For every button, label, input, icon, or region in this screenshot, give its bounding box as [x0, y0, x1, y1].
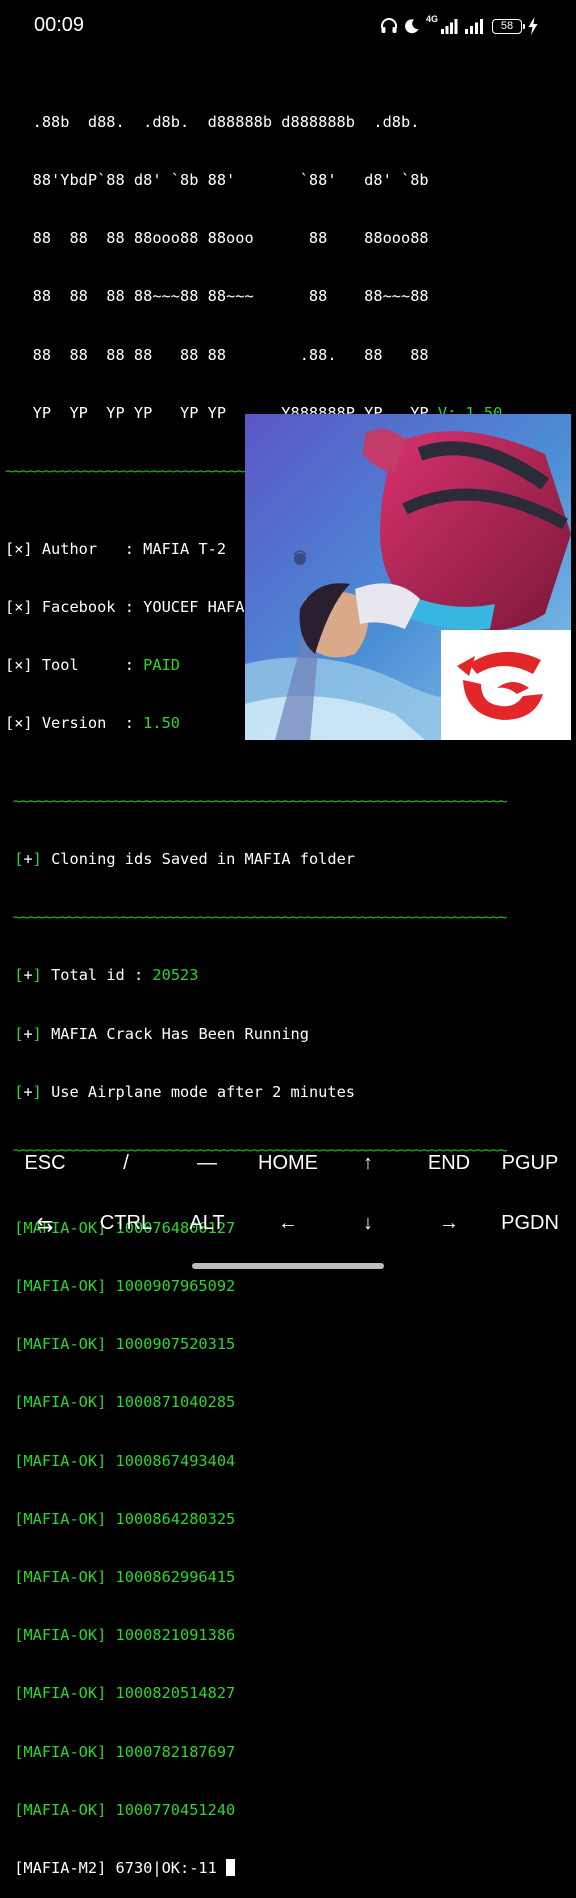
terminal-output: .88b d88. .d8b. d88888b d888888b .d8b. 8… — [5, 74, 508, 1898]
signal-icon — [465, 19, 483, 34]
slash-key[interactable]: / — [123, 1152, 129, 1175]
notice-total: [+] Total id : 20523 — [14, 966, 199, 985]
status-time: 00:09 — [34, 14, 85, 36]
separator: ~~~~~~~~~~~~~~~~~~~~~~~~~~~~~~~~~~~~~~~~… — [12, 791, 508, 810]
notice-airplane: [+] Use Airplane mode after 2 minutes — [14, 1082, 356, 1101]
ascii-banner-line: 88'YbdP`88 d8' `8b 88' `88' d8' `8b — [5, 171, 429, 190]
info-value: 1.50 — [143, 714, 180, 733]
info-value: PAID — [143, 656, 180, 675]
alt-key[interactable]: ALT — [189, 1212, 224, 1235]
ok-result-line: [MAFIA-OK] 1000821091386 — [14, 1626, 236, 1645]
status-bar: 00:09 4G 58 — [0, 0, 576, 52]
info-label: [×] Version : — [5, 714, 144, 733]
info-label: [×] Tool : — [5, 656, 144, 675]
charging-bolt-icon — [528, 17, 538, 35]
gesture-home-indicator[interactable] — [192, 1263, 384, 1269]
tab-key[interactable]: ⇆ — [37, 1212, 54, 1237]
notice-saved: [+] Cloning ids Saved in MAFIA folder — [14, 850, 356, 869]
headphones-icon — [380, 18, 397, 33]
end-key[interactable]: END — [428, 1152, 470, 1175]
esc-key[interactable]: ESC — [24, 1152, 65, 1175]
ok-result-line: [MAFIA-OK] 1000871040285 — [14, 1393, 236, 1412]
network-type-label: 4G — [425, 14, 438, 24]
page-up-key[interactable]: PGUP — [502, 1152, 559, 1175]
moon-icon — [405, 19, 419, 34]
arrow-up-key[interactable]: ↑ — [363, 1152, 373, 1175]
battery-icon: 58 — [492, 18, 525, 34]
terminal-extra-keys: ESC / — HOME ↑ END PGUP ⇆ CTRL ALT ← ↓ →… — [0, 1134, 576, 1254]
notice-running: [+] MAFIA Crack Has Been Running — [14, 1024, 309, 1043]
ok-result-line: [MAFIA-OK] 1000907520315 — [14, 1335, 236, 1354]
ok-result-line: [MAFIA-OK] 1000820514827 — [14, 1684, 236, 1703]
info-label: [×] Author : — [5, 539, 144, 558]
status-icons: 4G 58 — [380, 14, 538, 38]
ascii-banner-line: .88b d88. .d8b. d88888b d888888b .d8b. — [5, 112, 420, 131]
dash-key[interactable]: — — [197, 1152, 217, 1175]
ascii-banner-line: 88 88 88 88~~~88 88~~~ 88 88~~~88 — [5, 287, 429, 306]
page-down-key[interactable]: PGDN — [501, 1212, 559, 1235]
home-key[interactable]: HOME — [258, 1152, 318, 1175]
ctrl-key[interactable]: CTRL — [100, 1212, 152, 1235]
progress-line: [MAFIA-M2] 6730|OK:-11 — [5, 1858, 506, 1878]
ok-result-line: [MAFIA-OK] 1000864280325 — [14, 1509, 236, 1528]
info-label: [×] Facebook : — [5, 597, 144, 616]
battery-level: 58 — [500, 19, 514, 32]
ok-result-line: [MAFIA-OK] 1000862996415 — [14, 1567, 236, 1586]
arrow-left-key[interactable]: ← — [278, 1212, 298, 1235]
signal-icon — [441, 19, 458, 34]
ascii-banner-line: 88 88 88 88ooo88 88ooo 88 88ooo88 — [5, 229, 429, 248]
ok-result-line: [MAFIA-OK] 1000867493404 — [14, 1451, 236, 1470]
game-artwork-image — [245, 414, 571, 740]
total-id-count: 20523 — [152, 966, 199, 985]
ok-result-line: [MAFIA-OK] 1000770451240 — [14, 1800, 236, 1819]
game-artwork-illustration — [245, 414, 571, 740]
ok-result-line: [MAFIA-OK] 1000782187697 — [14, 1742, 236, 1761]
arrow-right-key[interactable]: → — [439, 1212, 459, 1235]
separator: ~~~~~~~~~~~~~~~~~~~~~~~~~~~~~~~~~~~~~~~~… — [12, 908, 508, 927]
terminal-cursor[interactable] — [226, 1858, 236, 1876]
info-value: MAFIA T-2 — [143, 539, 227, 558]
arrow-down-key[interactable]: ↓ — [363, 1212, 373, 1235]
ascii-banner-line: 88 88 88 88 88 88 .88. 88 88 — [5, 345, 429, 364]
